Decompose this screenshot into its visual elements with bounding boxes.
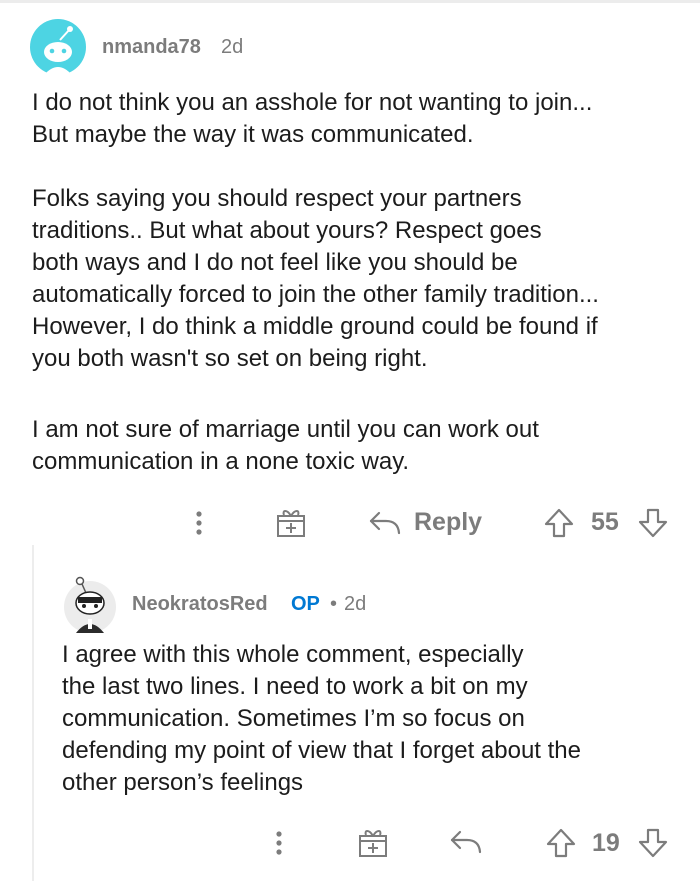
- reply-arrow-icon: [369, 511, 401, 535]
- reply-button[interactable]: Reply: [368, 506, 482, 538]
- reply-label: Reply: [414, 507, 483, 536]
- downvote-icon: [638, 508, 668, 538]
- gift-award-icon: [359, 830, 387, 857]
- avatar[interactable]: [62, 575, 118, 633]
- upvote-icon: [546, 828, 576, 858]
- avatar[interactable]: [30, 19, 86, 75]
- upvote-button[interactable]: [545, 827, 577, 859]
- meta-separator: •: [330, 593, 338, 615]
- op-badge: OP: [291, 593, 320, 615]
- award-button[interactable]: [275, 505, 307, 539]
- downvote-button[interactable]: [637, 507, 669, 539]
- upvote-button[interactable]: [543, 507, 575, 539]
- more-options-button[interactable]: [188, 507, 210, 539]
- comment-body-paragraph: Folks saying you should respect your par…: [32, 185, 599, 372]
- comment-age: 2d: [344, 593, 367, 615]
- comment-age: 2d: [221, 36, 244, 58]
- reply-arrow-icon: [450, 830, 482, 854]
- more-vertical-icon: [196, 511, 202, 535]
- vote-count: 19: [592, 829, 620, 857]
- award-button[interactable]: [357, 825, 389, 859]
- comment-1: nmanda78 2d I do not think you an asshol…: [0, 0, 700, 545]
- downvote-button[interactable]: [637, 827, 669, 859]
- comment-body-paragraph: I am not sure of marriage until you can …: [32, 416, 539, 475]
- gift-award-icon: [277, 510, 305, 537]
- reply-button[interactable]: [449, 828, 483, 856]
- comment-author[interactable]: NeokratosRed: [132, 593, 268, 616]
- more-vertical-icon: [276, 831, 282, 855]
- comment-body-paragraph: I do not think you an asshole for not wa…: [32, 89, 593, 148]
- comment-2: NeokratosRed OP • 2d I agree with this w…: [0, 545, 700, 881]
- upvote-icon: [544, 508, 574, 538]
- comment-author[interactable]: nmanda78: [102, 36, 201, 59]
- comment-body-paragraph: I agree with this whole comment, especia…: [62, 641, 581, 796]
- vote-count: 55: [591, 508, 619, 536]
- downvote-icon: [638, 828, 668, 858]
- more-options-button[interactable]: [268, 827, 290, 859]
